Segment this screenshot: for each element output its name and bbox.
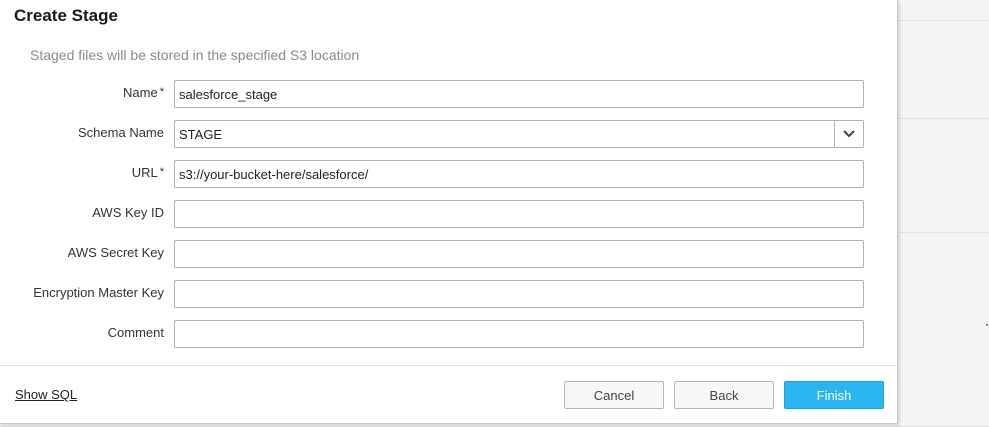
required-mark: * [159,86,164,98]
form-row-encryption-master-key: Encryption Master Key [0,280,898,308]
schema-name-value: STAGE [179,127,223,142]
url-input[interactable] [174,160,864,188]
url-label: URL * [132,165,164,180]
aws-key-id-label: AWS Key ID [92,205,164,220]
name-label-text: Name [123,85,158,100]
schema-dropdown-button[interactable] [834,121,863,147]
background-dot [986,324,988,326]
comment-input[interactable] [174,320,864,348]
schema-name-label: Schema Name [78,125,164,140]
form-row-aws-secret-key: AWS Secret Key [0,240,898,268]
chevron-down-icon [843,130,855,137]
dialog-title: Create Stage [14,6,118,25]
back-button[interactable]: Back [674,381,774,409]
schema-name-select[interactable]: STAGE [174,120,864,148]
comment-label: Comment [107,325,164,340]
url-label-text: URL [131,165,158,180]
name-label: Name * [123,85,164,100]
form-row-comment: Comment [0,320,898,348]
dialog-subtitle: Staged files will be stored in the speci… [30,47,360,63]
finish-button[interactable]: Finish [784,381,884,409]
name-input[interactable] [174,80,864,108]
encryption-master-key-input[interactable] [174,280,864,308]
show-sql-link[interactable]: Show SQL [15,387,77,402]
form-row-aws-key-id: AWS Key ID [0,200,898,228]
encryption-master-key-label: Encryption Master Key [33,285,164,300]
aws-secret-key-label: AWS Secret Key [67,245,164,260]
cancel-button[interactable]: Cancel [564,381,664,409]
footer-divider [0,365,898,366]
form-row-schema: Schema Name STAGE [0,120,898,148]
aws-key-id-input[interactable] [174,200,864,228]
create-stage-dialog: Create Stage Staged files will be stored… [0,0,898,424]
form-row-name: Name * [0,80,898,108]
form-row-url: URL * [0,160,898,188]
required-mark: * [159,166,164,178]
aws-secret-key-input[interactable] [174,240,864,268]
